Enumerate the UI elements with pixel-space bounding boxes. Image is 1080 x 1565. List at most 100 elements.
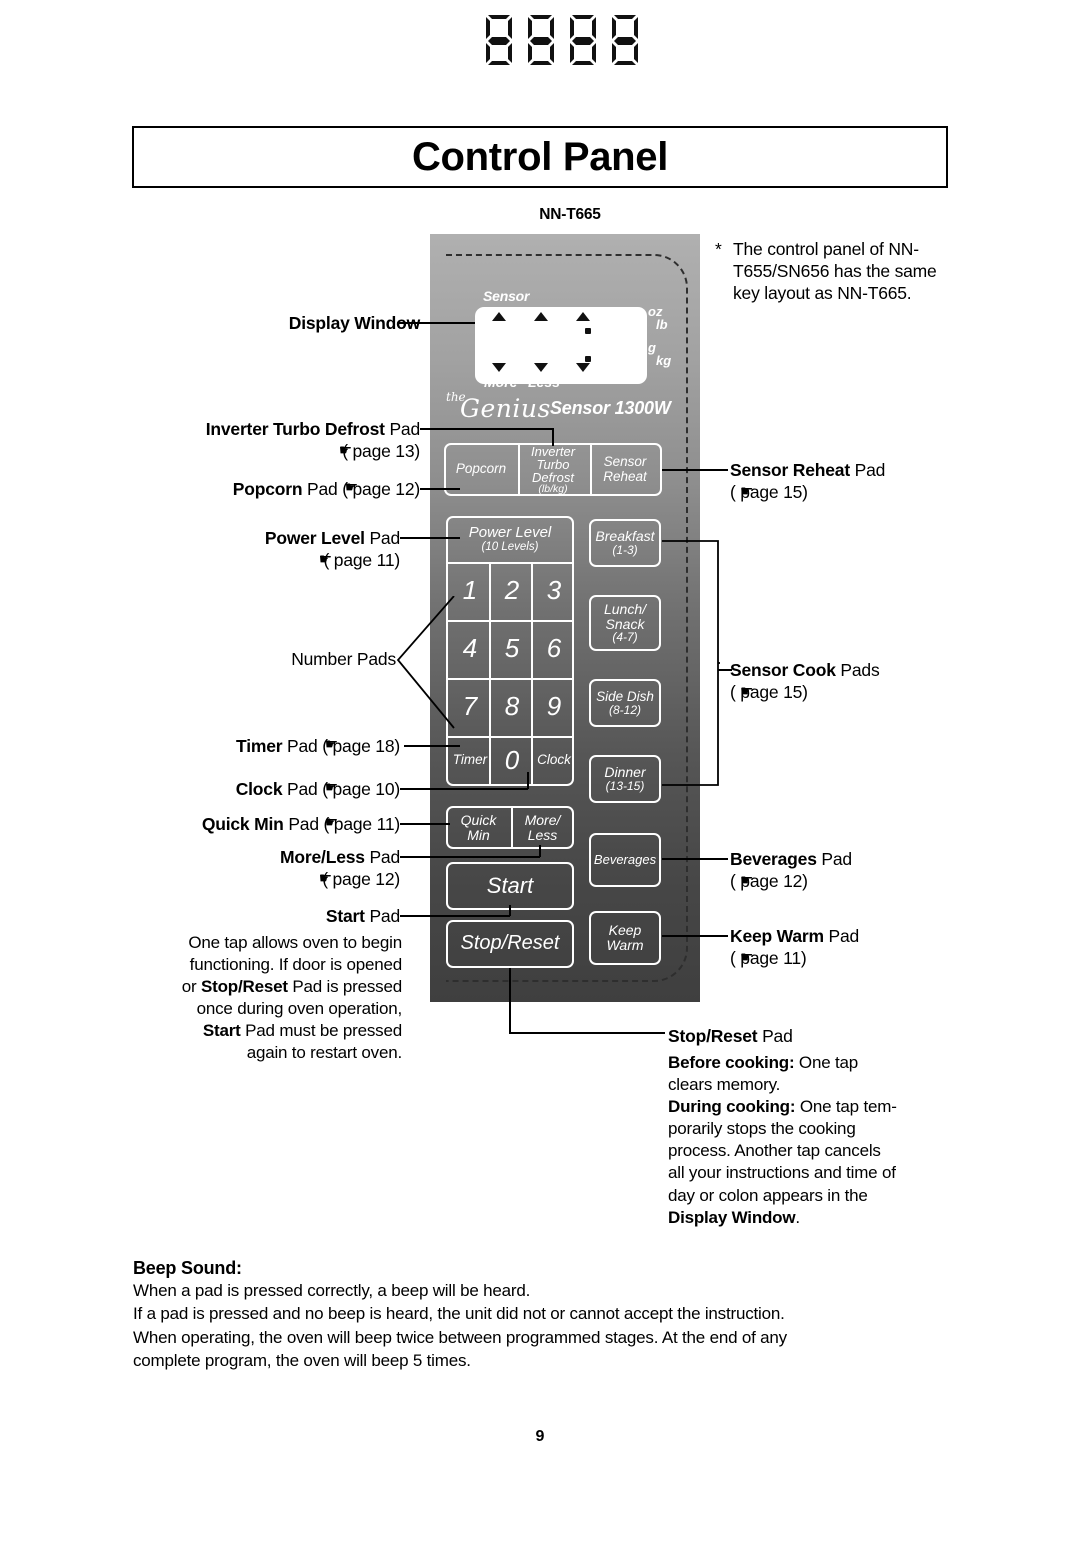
annotation-power-level-name: Power Level xyxy=(264,528,365,548)
key-number-4[interactable]: 4 xyxy=(450,620,490,676)
beep-line-4: complete program, the oven will beep 5 t… xyxy=(133,1351,471,1371)
annotation-start: Start Pad xyxy=(108,905,400,927)
key-number-5[interactable]: 5 xyxy=(492,620,532,676)
annotation-keep-warm: Keep Warm Pad ( page 11) ☛ xyxy=(730,925,970,969)
indicator-triangle-down-2 xyxy=(534,363,548,372)
sensor-cook-bracket xyxy=(662,540,720,786)
footnote: * The control panel of NN-T655/SN656 has … xyxy=(715,238,948,305)
key-number-7[interactable]: 7 xyxy=(450,678,490,734)
key-lunch-snack[interactable]: Lunch/ Snack (4-7) xyxy=(589,595,661,651)
key-quick-line2: Min xyxy=(467,826,490,843)
start-desc-line1: One tap allows oven to begin xyxy=(188,933,402,952)
annotation-sensor-reheat: Sensor Reheat Pad ( page 15) ☛ xyxy=(730,459,970,503)
key-sensor-reheat-line1: Sensor xyxy=(603,454,647,470)
leader-line-clock-vert xyxy=(527,772,529,789)
key-number-5-label: 5 xyxy=(504,632,520,663)
key-lunch-line1: Lunch/ xyxy=(603,601,647,618)
annotation-timer: Timer Pad ( page 18) ☛ xyxy=(108,735,400,757)
beep-line-3: When operating, the oven will beep twice… xyxy=(133,1327,787,1347)
key-number-6[interactable]: 6 xyxy=(534,620,574,676)
key-start[interactable]: Start xyxy=(446,862,574,910)
annotation-inverter-suffix: Pad xyxy=(384,419,420,439)
key-more-less[interactable]: More/ Less xyxy=(513,808,572,847)
key-sensor-reheat[interactable]: Sensor Reheat xyxy=(590,445,660,494)
annotation-start-suffix: Pad xyxy=(364,906,400,926)
key-number-9-label: 9 xyxy=(546,690,562,721)
display-digit-2 xyxy=(526,13,556,65)
leader-line-inverter xyxy=(420,428,553,430)
leader-line-power-level xyxy=(400,537,460,539)
annotation-keep-warm-suffix: Pad xyxy=(823,926,860,946)
key-power-level[interactable]: Power Level (10 Levels) xyxy=(448,518,572,560)
annotation-beverages-suffix: Pad xyxy=(816,849,852,869)
key-stop-reset[interactable]: Stop/Reset xyxy=(446,920,574,968)
key-keep-warm-line1: Keep xyxy=(608,922,642,939)
key-side-dish-sub: (8-12) xyxy=(608,702,641,717)
pointing-hand-icon: ☛ xyxy=(338,441,352,460)
stop-reset-during-l5: day or colon appears in the xyxy=(668,1185,868,1205)
annotation-number-pads-label: Number Pads xyxy=(291,649,396,669)
key-side-dish[interactable]: Side Dish (8-12) xyxy=(589,679,661,727)
key-number-9[interactable]: 9 xyxy=(534,678,574,734)
key-inverter-turbo-defrost[interactable]: Inverter Turbo Defrost (lb/kg) xyxy=(518,445,588,494)
key-clock-label: Clock xyxy=(537,751,571,767)
indicator-triangle-down-1 xyxy=(492,363,506,372)
annotation-more-less-name: More/Less xyxy=(280,847,365,867)
annotation-stop-reset-name: Stop/Reset xyxy=(668,1026,758,1046)
key-quick-min[interactable]: Quick Min xyxy=(448,808,509,847)
key-breakfast-sub: (1-3) xyxy=(612,543,638,558)
key-number-3-label: 3 xyxy=(546,574,562,605)
key-power-level-label: Power Level xyxy=(468,524,552,542)
stop-reset-during-label: During cooking: xyxy=(668,1097,796,1117)
key-number-1[interactable]: 1 xyxy=(450,562,490,618)
leader-line-inverter-vert xyxy=(552,428,554,446)
pointing-hand-icon: ☛ xyxy=(318,550,332,569)
key-popcorn[interactable]: Popcorn xyxy=(446,445,516,494)
key-inverter-sub: (lb/kg) xyxy=(538,482,568,495)
key-number-0[interactable]: 0 xyxy=(492,736,532,784)
annotation-timer-rest: Pad ( page 18) xyxy=(282,736,400,756)
key-number-2[interactable]: 2 xyxy=(492,562,532,618)
key-number-1-label: 1 xyxy=(462,574,478,605)
key-beverages[interactable]: Beverages xyxy=(589,833,661,887)
annotation-sensor-cook-name: Sensor Cook xyxy=(730,660,836,680)
pointing-hand-icon: ☛ xyxy=(324,778,338,796)
key-keep-warm[interactable]: Keep Warm xyxy=(589,911,661,965)
key-breakfast[interactable]: Breakfast (1-3) xyxy=(589,519,661,567)
annotation-timer-name: Timer xyxy=(236,736,283,756)
key-inverter-line1: Inverter xyxy=(530,443,576,459)
key-timer-label: Timer xyxy=(452,751,488,767)
key-quick-line1: Quick xyxy=(460,811,497,828)
pointing-hand-icon: ☛ xyxy=(324,735,338,753)
annotation-popcorn: Popcorn Pad ( page 12) ☛ xyxy=(108,478,420,500)
start-desc-line3-pre: or xyxy=(181,977,202,997)
annotation-clock: Clock Pad ( page 10) ☛ xyxy=(108,778,400,800)
leader-line-more-less xyxy=(400,856,540,858)
key-stop-reset-label: Stop/Reset xyxy=(460,932,560,955)
key-number-4-label: 4 xyxy=(462,632,478,663)
key-sensor-reheat-line2: Reheat xyxy=(603,468,647,484)
annotation-more-less: More/Less Pad ( page 12) ☛ xyxy=(108,846,400,890)
display-digit-1 xyxy=(484,13,514,65)
key-number-8-label: 8 xyxy=(504,690,520,721)
start-desc-line6: again to restart oven. xyxy=(246,1043,403,1063)
annotation-power-level-suffix: Pad xyxy=(364,528,400,548)
page-title: Control Panel xyxy=(411,134,669,179)
stop-reset-during-l6-post: . xyxy=(795,1207,800,1227)
annotation-stop-reset-suffix: Pad xyxy=(757,1026,793,1046)
start-desc-line2: functioning. If door is opened xyxy=(189,955,403,975)
brand-genius: Genius xyxy=(460,394,551,423)
annotation-popcorn-rest: Pad ( page 12) xyxy=(302,479,420,499)
key-dinner[interactable]: Dinner (13-15) xyxy=(589,755,661,803)
key-dinner-label: Dinner xyxy=(604,764,646,781)
annotation-power-level-page: ( page 11) xyxy=(323,550,401,571)
key-timer[interactable]: Timer xyxy=(450,736,490,784)
annotation-inverter-turbo-defrost: Inverter Turbo Defrost Pad ( page 13) ☛ xyxy=(108,418,420,462)
pointing-hand-icon: ☛ xyxy=(740,482,754,501)
key-number-8[interactable]: 8 xyxy=(492,678,532,734)
beep-line-2: If a pad is pressed and no beep is heard… xyxy=(133,1304,785,1324)
leader-line-start xyxy=(400,915,510,917)
key-number-3[interactable]: 3 xyxy=(534,562,574,618)
annotation-more-less-page: ( page 12) xyxy=(322,869,400,890)
key-clock[interactable]: Clock xyxy=(534,736,574,784)
